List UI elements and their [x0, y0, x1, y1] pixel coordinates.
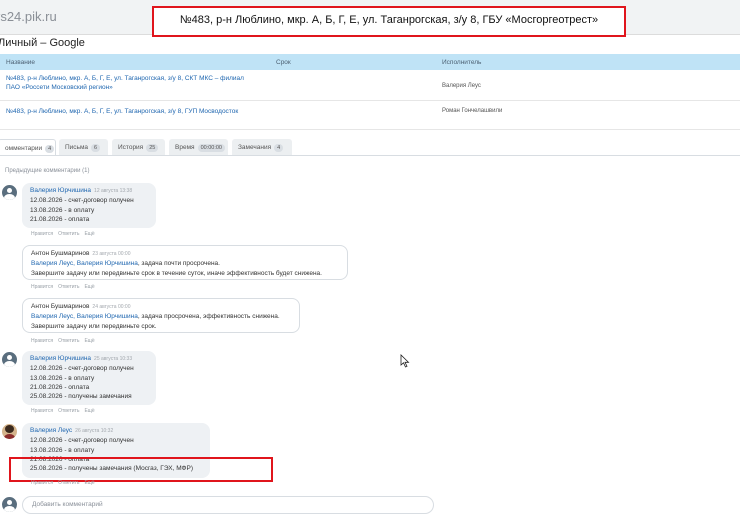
mouse-cursor-icon	[400, 354, 410, 368]
more-link[interactable]: Ещё	[84, 480, 94, 486]
comment-author[interactable]: Валерия Леус	[30, 427, 72, 434]
comment-bubble: Антон Бушмаринов 24 августа 00:00 Валерия…	[22, 298, 300, 333]
comment-text: , задача почти просрочена.	[137, 260, 220, 268]
url-text[interactable]: rs24.pik.ru	[0, 9, 57, 24]
window-title: Личный – Google	[0, 37, 85, 49]
reply-link[interactable]: Ответить	[58, 338, 79, 344]
avatar[interactable]	[2, 424, 17, 439]
more-link[interactable]: Ещё	[84, 231, 94, 237]
comment-time: 25 августа 10:33	[94, 356, 133, 362]
subtask-link[interactable]: №483, р-н Люблино, мкр. А, Б, Г, Е, ул. …	[6, 74, 244, 92]
table-row[interactable]: №483, р-н Люблино, мкр. А, Б, Г, Е, ул. …	[0, 70, 740, 101]
reply-link[interactable]: Ответить	[58, 284, 79, 290]
new-comment-input[interactable]: Добавить комментарий	[22, 496, 434, 514]
comment-bubble: Валерия Юрчишина 12 августа 13:38 12.08.2…	[22, 183, 156, 228]
tab-remarks[interactable]: Замечания 4	[232, 139, 292, 156]
comment-actions: Нравится Ответить Ещё	[31, 408, 100, 414]
comment-actions: Нравится Ответить Ещё	[31, 231, 100, 237]
previous-comments-link[interactable]: Предыдущие комментарии (1)	[5, 168, 89, 174]
comment-line: 25.08.2026 - получены замечания	[30, 393, 132, 401]
more-link[interactable]: Ещё	[84, 408, 94, 414]
comment-time: 12 августа 13:38	[94, 188, 133, 194]
tab-time[interactable]: Время 00:00:00	[169, 139, 228, 156]
comment-time: 23 августа 00:00	[92, 251, 131, 257]
avatar	[2, 497, 17, 512]
comment-bubble: Антон Бушмаринов 23 августа 00:00 Валерия…	[22, 245, 348, 280]
comment-line: Завершите задачу или передвиньте срок.	[31, 322, 157, 330]
comment-actions: Нравится Ответить Ещё	[31, 284, 100, 290]
comment-line: 21.08.2026 - оплата	[30, 383, 90, 391]
tab-history[interactable]: История 25	[112, 139, 165, 156]
comment-author[interactable]: Антон Бушмаринов	[31, 303, 89, 310]
subtasks-header: Название Срок Исполнитель	[0, 54, 740, 70]
comment-bubble: Валерия Юрчишина 25 августа 10:33 12.08.2…	[22, 351, 156, 405]
comment-text: , задача просрочена, эффективность сниже…	[137, 313, 280, 321]
comment-line: Завершите задачу или передвиньте срок в …	[31, 269, 322, 277]
tab-letters[interactable]: Письма 6	[59, 139, 108, 156]
avatar[interactable]	[2, 185, 17, 200]
assignee-name: Валерия Леус	[442, 83, 481, 89]
comment-line: 13.08.2026 - в оплату	[30, 206, 95, 214]
like-link[interactable]: Нравится	[31, 408, 53, 414]
column-header-name: Название	[6, 59, 36, 66]
like-link[interactable]: Нравится	[31, 231, 53, 237]
like-link[interactable]: Нравится	[31, 338, 53, 344]
comment-mention[interactable]: Валерия Леус, Валерия Юрчишина	[31, 260, 138, 267]
comment-line: 12.08.2026 - счет-договор получен	[30, 437, 134, 445]
like-link[interactable]: Нравится	[31, 480, 53, 486]
more-link[interactable]: Ещё	[84, 338, 94, 344]
tab-comments[interactable]: омментарии 4	[0, 139, 56, 156]
reply-link[interactable]: Ответить	[58, 408, 79, 414]
reply-link[interactable]: Ответить	[58, 480, 79, 486]
comment-line: 12.08.2026 - счет-договор получен	[30, 197, 134, 205]
subtasks-table: Название Срок Исполнитель №483, р-н Любл…	[0, 54, 740, 130]
comment-author[interactable]: Валерия Юрчишина	[30, 355, 91, 362]
comment-line: 21.08.2026 - оплата	[30, 215, 90, 223]
task-title-highlight: №483, р-н Люблино, мкр. А, Б, Г, Е, ул. …	[152, 6, 626, 37]
tabs-divider	[0, 155, 740, 156]
comment-mention[interactable]: Валерия Леус, Валерия Юрчишина	[31, 313, 138, 320]
comment-author[interactable]: Антон Бушмаринов	[31, 250, 89, 257]
assignee-name: Роман Гончелашвили	[442, 108, 503, 114]
column-header-deadline: Срок	[276, 59, 291, 66]
remark-highlight	[9, 457, 273, 482]
comment-actions: Нравится Ответить Ещё	[31, 480, 100, 486]
avatar[interactable]	[2, 352, 17, 367]
subtask-link[interactable]: №483, р-н Люблино, мкр. А, Б, Г, Е, ул. …	[6, 107, 238, 116]
more-link[interactable]: Ещё	[84, 284, 94, 290]
comment-time: 24 августа 00:00	[92, 304, 131, 310]
table-row[interactable]: №483, р-н Люблино, мкр. А, Б, Г, Е, ул. …	[0, 101, 740, 130]
column-header-assignee: Исполнитель	[442, 59, 482, 66]
reply-link[interactable]: Ответить	[58, 231, 79, 237]
comment-line: 13.08.2026 - в оплату	[30, 446, 95, 454]
comment-line: 12.08.2026 - счет-договор получен	[30, 365, 134, 373]
comment-actions: Нравится Ответить Ещё	[31, 338, 100, 344]
comment-author[interactable]: Валерия Юрчишина	[30, 187, 91, 194]
task-title: №483, р-н Люблино, мкр. А, Б, Г, Е, ул. …	[179, 14, 599, 26]
comment-time: 26 августа 10:32	[75, 428, 114, 434]
comment-line: 13.08.2026 - в оплату	[30, 374, 95, 382]
like-link[interactable]: Нравится	[31, 284, 53, 290]
